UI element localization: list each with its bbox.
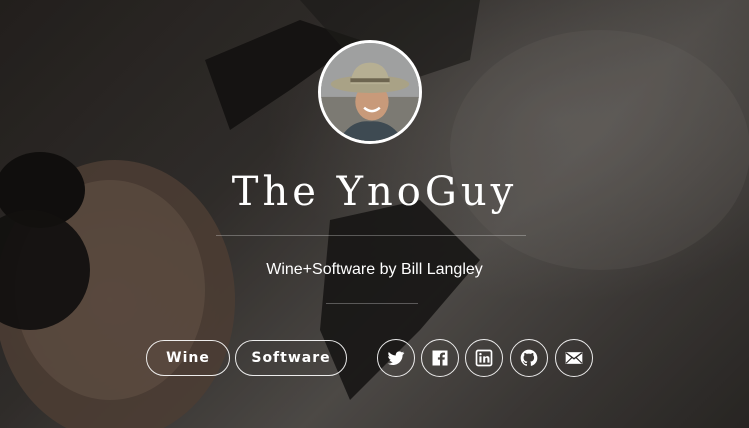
avatar <box>318 40 422 144</box>
divider-top <box>216 235 526 236</box>
linkedin-icon <box>475 349 493 367</box>
email-link[interactable] <box>555 339 593 377</box>
linkedin-link[interactable] <box>465 339 503 377</box>
avatar-photo <box>321 43 419 141</box>
site-title: The YnoGuy <box>231 169 518 215</box>
hero-section: The YnoGuy Wine+Software by Bill Langley… <box>0 0 749 428</box>
tagline: Wine+Software by Bill Langley <box>266 261 483 278</box>
github-link[interactable] <box>510 339 548 377</box>
nav-wine-button[interactable]: Wine <box>146 340 230 376</box>
twitter-icon <box>387 351 405 365</box>
facebook-icon <box>432 350 448 366</box>
divider-bottom <box>326 303 418 304</box>
facebook-link[interactable] <box>421 339 459 377</box>
email-icon <box>565 352 583 364</box>
nav-software-button[interactable]: Software <box>235 340 347 376</box>
twitter-link[interactable] <box>377 339 415 377</box>
github-icon <box>520 349 538 366</box>
